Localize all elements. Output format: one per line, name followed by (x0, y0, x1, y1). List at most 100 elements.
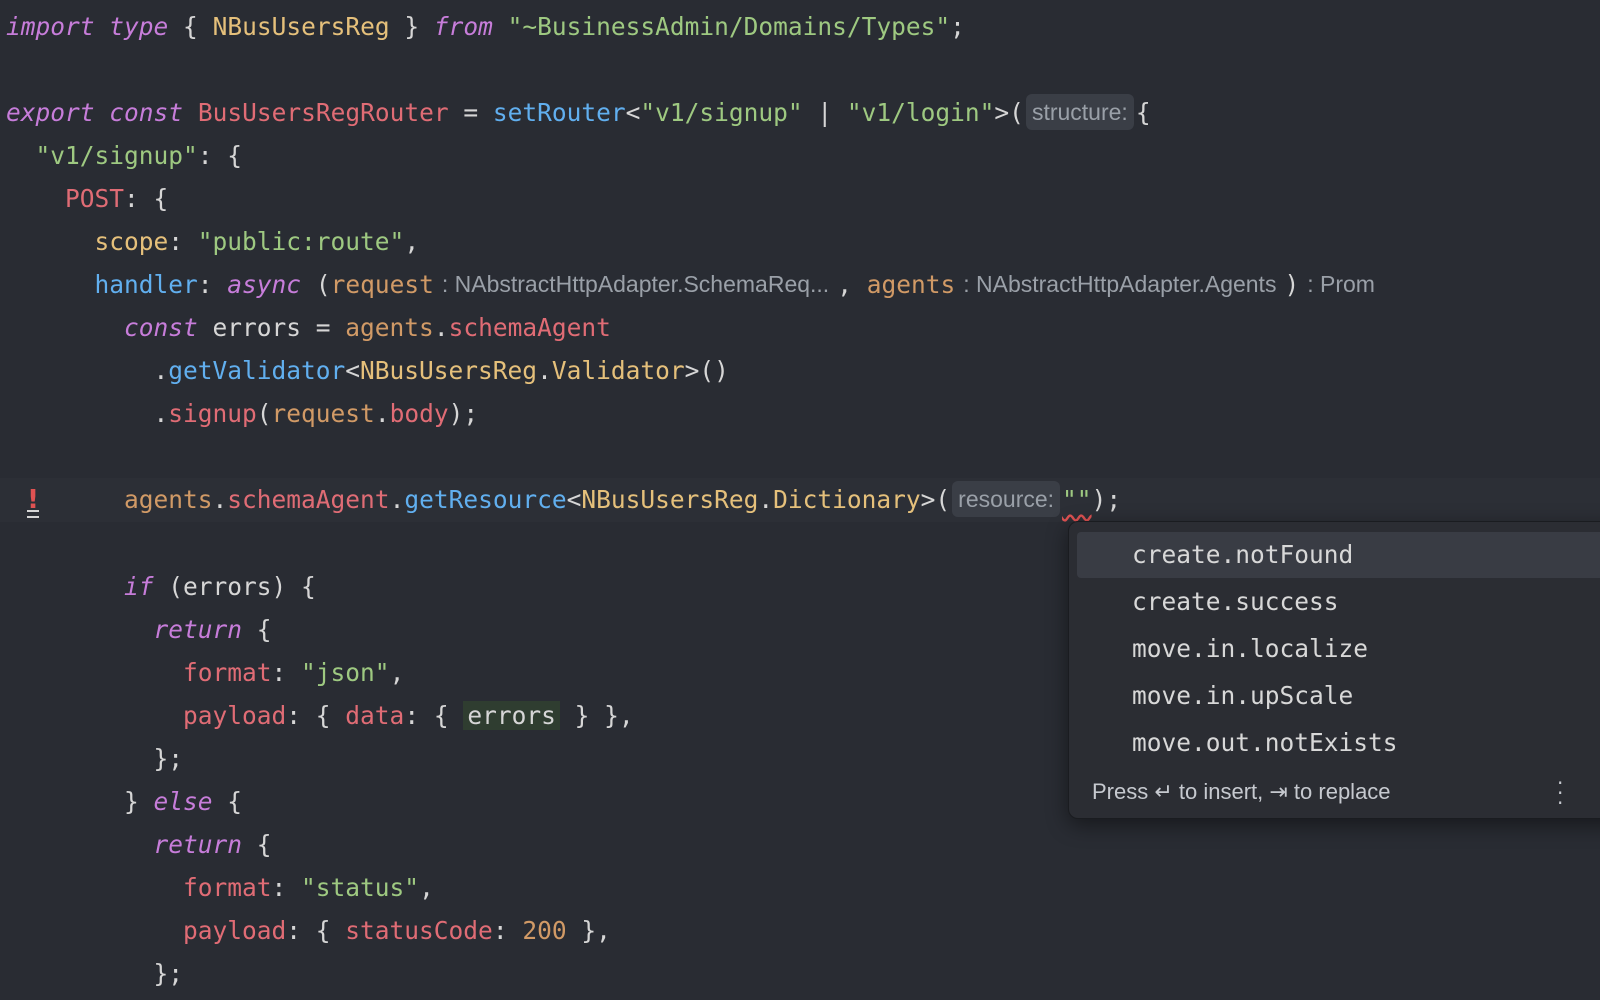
code-token: : { (197, 141, 243, 170)
code-line[interactable]: import type { NBusUsersReg } from "~Busi… (6, 5, 965, 49)
code-token: ); (1091, 485, 1122, 514)
parameter-token: request (330, 270, 434, 299)
code-token: . (374, 399, 390, 428)
code-token: = (448, 98, 493, 127)
code-token: >( (920, 485, 951, 514)
string-token: "status" (301, 873, 420, 902)
string-token: "v1/signup" (35, 141, 198, 170)
code-token: } (6, 787, 154, 816)
code-token: . (6, 356, 169, 385)
completion-item[interactable]: create.notFound (1077, 532, 1600, 578)
code-editor[interactable]: import type { NBusUsersReg } from "~Busi… (0, 0, 1600, 1000)
keyword-token: async (227, 270, 302, 299)
keyword-token: from (433, 12, 493, 41)
code-line[interactable]: } else { (6, 780, 242, 824)
code-line[interactable]: format: "json", (6, 651, 404, 695)
code-line[interactable]: return { (6, 608, 272, 652)
function-token: signup (168, 399, 257, 428)
completion-item[interactable]: move.in.upScale (1077, 673, 1600, 719)
code-token: ); (448, 399, 479, 428)
code-line[interactable]: .signup(request.body); (6, 392, 479, 436)
completion-item[interactable]: create.success (1077, 579, 1600, 625)
keyword-token: return (153, 830, 243, 859)
type-token: NBusUsersReg (212, 12, 390, 41)
code-line[interactable]: export const BusUsersRegRouter = setRout… (6, 91, 1151, 135)
code-token: | (802, 98, 847, 127)
string-token: "v1/signup" (640, 98, 803, 127)
code-token: < (566, 485, 582, 514)
function-token: getValidator (168, 356, 346, 385)
code-token: : { (286, 916, 346, 945)
code-token: }; (6, 959, 184, 988)
code-token: : { (286, 701, 346, 730)
code-token: >() (684, 356, 729, 385)
number-token: 200 (522, 916, 567, 945)
code-token: . (389, 485, 405, 514)
code-line[interactable]: const errors = agents.schemaAgent (6, 306, 611, 350)
code-line[interactable]: }; (6, 737, 184, 781)
code-line-current[interactable]: agents.schemaAgent.getResource<NBusUsers… (0, 478, 1600, 522)
keyword-token: import (6, 12, 95, 41)
code-line[interactable]: return { (6, 823, 272, 867)
string-token: "public:route" (197, 227, 405, 256)
completion-popup[interactable]: create.notFound create.success move.in.l… (1068, 521, 1600, 819)
code-line[interactable]: payload: { data: { errors } }, (6, 694, 634, 738)
property-token: body (389, 399, 449, 428)
type-token: Dictionary (773, 485, 921, 514)
code-line[interactable]: if (errors) { (6, 565, 316, 609)
property-token: POST (65, 184, 125, 213)
code-token: } }, (559, 701, 634, 730)
completion-item[interactable]: move.out.notExists (1077, 720, 1600, 766)
code-token: < (625, 98, 641, 127)
code-line[interactable]: .getValidator<NBusUsersReg.Validator>() (6, 349, 729, 393)
code-line[interactable]: scope: "public:route", (6, 220, 420, 264)
string-token: "json" (301, 658, 390, 687)
code-token: , (404, 227, 420, 256)
property-token: schemaAgent (227, 485, 390, 514)
code-token: >( (994, 98, 1024, 127)
property-token: schemaAgent (448, 313, 611, 342)
code-token: : { (404, 701, 464, 730)
property-token: format (183, 658, 272, 687)
function-token: setRouter (492, 98, 626, 127)
property-token: payload (183, 701, 287, 730)
completion-item[interactable]: move.in.localize (1077, 626, 1600, 672)
code-token: : (492, 916, 523, 945)
property-token: format (183, 873, 272, 902)
code-line[interactable]: payload: { statusCode: 200 }, (6, 909, 611, 953)
constant-token: BusUsersRegRouter (197, 98, 449, 127)
code-token: , (837, 270, 867, 299)
parameter-hint: structure: (1025, 94, 1134, 130)
code-line[interactable]: "v1/signup": { (6, 134, 243, 178)
keyword-token: type (109, 12, 169, 41)
function-token: getResource (404, 485, 567, 514)
code-line[interactable]: format: "status", (6, 866, 434, 910)
error-bulb-icon[interactable]: ! (22, 484, 44, 518)
type-token: NBusUsersReg (581, 485, 759, 514)
code-line[interactable]: }; (6, 952, 184, 996)
error-string-token[interactable]: "" (1062, 485, 1092, 514)
code-token: . (6, 399, 169, 428)
type-hint: : NAbstractHttpAdapter.Agents (963, 271, 1277, 297)
completion-hint: Press ↵ to insert, ⇥ to replace (1092, 779, 1391, 804)
code-line[interactable]: POST: { (6, 177, 168, 221)
parameter-token: agents (866, 270, 956, 299)
code-token: : (271, 658, 302, 687)
more-vertical-icon[interactable]: · · · (1557, 773, 1563, 813)
property-token: data (345, 701, 405, 730)
bulb-base (27, 510, 39, 518)
code-token: : { (124, 184, 169, 213)
code-token: . (212, 485, 228, 514)
code-token: ( (256, 399, 272, 428)
property-token: scope (94, 227, 169, 256)
code-line[interactable]: handler: async (request: NAbstractHttpAd… (6, 263, 1383, 307)
